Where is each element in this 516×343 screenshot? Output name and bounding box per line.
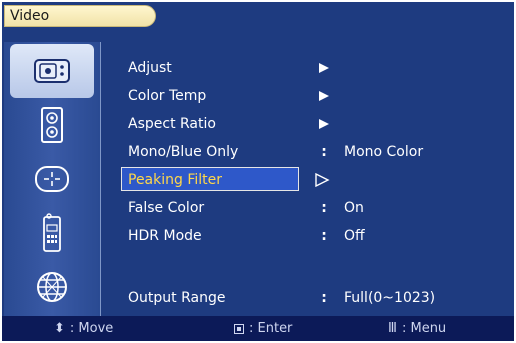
sidebar-item-audio[interactable] xyxy=(4,98,100,152)
key-hint-footer: ⬍ : Move : Enter Ⅲ : Menu xyxy=(2,316,514,341)
menu-item-value: Off xyxy=(344,228,365,244)
settings-menu-list: Adjust Color Temp Aspect Ratio Mono/Blue… xyxy=(120,54,514,316)
menu-item-label-selected: Peaking Filter xyxy=(121,167,299,191)
submenu-arrow-icon xyxy=(316,82,332,110)
submenu-arrow-icon xyxy=(316,54,332,82)
menu-item-value: Full(0~1023) xyxy=(344,290,436,306)
menu-item-hdr-mode[interactable]: HDR Mode : Off xyxy=(120,222,500,250)
value-separator: : xyxy=(321,144,327,160)
menu-item-label: HDR Mode xyxy=(128,228,202,244)
value-separator: : xyxy=(321,290,327,306)
menu-item-output-range[interactable]: Output Range : Full(0~1023) xyxy=(120,284,500,312)
selected-arrow-icon xyxy=(315,173,330,187)
menu-item-label: Color Temp xyxy=(128,88,207,104)
up-down-arrow-icon: ⬍ xyxy=(54,321,65,336)
sidebar-item-video[interactable] xyxy=(10,44,94,98)
menu-item-label: Mono/Blue Only xyxy=(128,144,239,160)
audio-speaker-icon xyxy=(41,107,63,143)
menu-item-label: Adjust xyxy=(128,60,172,76)
sidebar-item-remote[interactable] xyxy=(4,206,100,260)
value-separator: : xyxy=(321,228,327,244)
menu-hint: Ⅲ : Menu xyxy=(388,316,446,341)
move-hint: ⬍ : Move xyxy=(54,316,113,341)
menu-item-mono-blue-only[interactable]: Mono/Blue Only : Mono Color xyxy=(120,138,500,166)
menu-item-peaking-filter[interactable]: Peaking Filter xyxy=(120,166,500,194)
enter-key-icon xyxy=(234,323,244,334)
position-crosshair-icon xyxy=(35,166,69,192)
enter-hint-label: : Enter xyxy=(249,321,293,336)
menu-title-tab[interactable]: Video xyxy=(4,5,156,27)
menu-item-label: Aspect Ratio xyxy=(128,116,216,132)
move-hint-label: : Move xyxy=(69,321,114,336)
menu-item-false-color[interactable]: False Color : On xyxy=(120,194,500,222)
submenu-arrow-icon xyxy=(316,110,332,138)
menu-item-value: Mono Color xyxy=(344,144,424,160)
menu-key-icon: Ⅲ xyxy=(388,321,397,336)
menu-item-adjust[interactable]: Adjust xyxy=(120,54,500,82)
menu-item-aspect-ratio[interactable]: Aspect Ratio xyxy=(120,110,500,138)
category-sidebar xyxy=(4,42,101,316)
remote-control-icon xyxy=(43,213,61,252)
sidebar-item-language[interactable] xyxy=(4,260,100,314)
title-bar: Video xyxy=(2,2,514,32)
video-icon xyxy=(34,59,70,83)
sidebar-item-position[interactable] xyxy=(4,152,100,206)
globe-language-icon xyxy=(37,272,67,302)
menu-item-value: On xyxy=(344,200,364,216)
menu-item-color-temp[interactable]: Color Temp xyxy=(120,82,500,110)
value-separator: : xyxy=(321,200,327,216)
menu-item-label: Output Range xyxy=(128,290,226,306)
osd-menu-window: Video Adjust Color Temp Aspect Ratio Mon… xyxy=(2,2,514,341)
menu-item-label: False Color xyxy=(128,200,205,216)
enter-hint: : Enter xyxy=(234,316,292,341)
menu-hint-label: : Menu xyxy=(401,321,447,336)
